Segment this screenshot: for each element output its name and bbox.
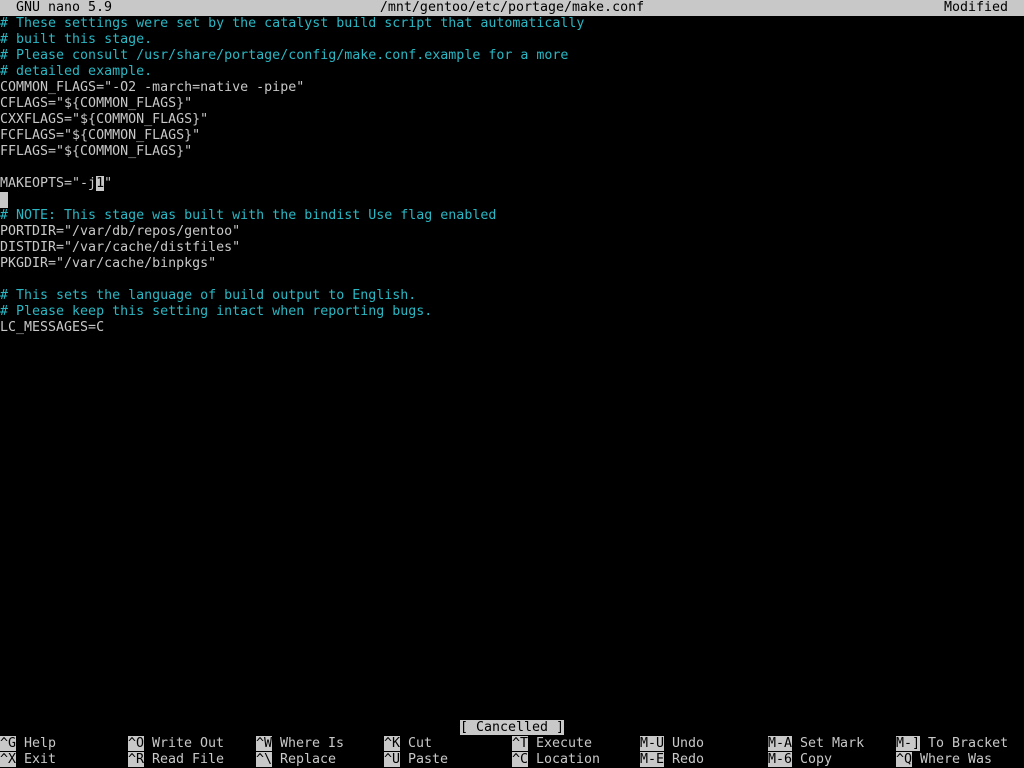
shortcut-label: Read File (152, 752, 225, 767)
shortcut-bar: ^G Help ^O Write Out ^W Where Is ^K Cut ^T Ex… (0, 736, 1024, 768)
shortcut-replace[interactable]: ^\ Replace (256, 752, 336, 768)
shortcut-label: Where Was (920, 752, 993, 767)
shortcut-key: ^K (384, 736, 401, 751)
editor-line[interactable]: LC_MESSAGES=C (0, 320, 1024, 336)
text-cursor (0, 192, 8, 208)
shortcut-key: ^T (512, 736, 529, 751)
shortcut-label: Replace (280, 752, 337, 767)
highlighted-char: 1 (96, 176, 105, 191)
shortcut-paste[interactable]: ^U Paste (384, 752, 448, 768)
editor-line[interactable]: # Please keep this setting intact when r… (0, 304, 1024, 320)
shortcut-undo[interactable]: M-U Undo (640, 736, 704, 752)
shortcut-label: Write Out (152, 736, 225, 751)
shortcut-to-bracket[interactable]: M-] To Bracket (896, 736, 1008, 752)
editor-line[interactable]: # Please consult /usr/share/portage/conf… (0, 48, 1024, 64)
shortcut-key: ^C (512, 752, 529, 767)
editor-line[interactable]: # detailed example. (0, 64, 1024, 80)
shortcut-key: M-U (640, 736, 665, 751)
shortcut-label: Cut (408, 736, 433, 751)
shortcut-key: ^O (128, 736, 145, 751)
shortcut-key: ^\ (256, 752, 273, 767)
file-path: /mnt/gentoo/etc/portage/make.conf (379, 0, 645, 15)
shortcut-exit[interactable]: ^X Exit (0, 752, 56, 768)
shortcut-label: Undo (672, 736, 705, 751)
shortcut-key: M-A (768, 736, 793, 751)
shortcut-label: Paste (408, 752, 449, 767)
shortcut-label: Location (536, 752, 601, 767)
editor-line[interactable]: COMMON_FLAGS="-O2 -march=native -pipe" (0, 80, 1024, 96)
editor-line[interactable]: # NOTE: This stage was built with the bi… (0, 208, 1024, 224)
editor-line[interactable] (0, 272, 1024, 288)
shortcut-key: ^U (384, 752, 401, 767)
shortcut-key: M-] (896, 736, 921, 751)
editor-line[interactable]: FCFLAGS="${COMMON_FLAGS}" (0, 128, 1024, 144)
editor-area[interactable]: # These settings were set by the catalys… (0, 16, 1024, 336)
shortcut-set-mark[interactable]: M-A Set Mark (768, 736, 864, 752)
shortcut-key: M-6 (768, 752, 793, 767)
title-bar: GNU nano 5.9 /mnt/gentoo/etc/portage/mak… (0, 0, 1024, 16)
modified-indicator: Modified (943, 0, 1008, 15)
shortcut-key: ^W (256, 736, 273, 751)
shortcut-label: Copy (800, 752, 833, 767)
shortcut-cut[interactable]: ^K Cut (384, 736, 432, 752)
editor-line-makeopts[interactable]: MAKEOPTS="-j1" (0, 176, 1024, 192)
shortcut-label: To Bracket (928, 736, 1009, 751)
shortcut-key: ^G (0, 736, 17, 751)
editor-line[interactable]: # These settings were set by the catalys… (0, 16, 1024, 32)
editor-line[interactable] (0, 160, 1024, 176)
editor-line-cursor[interactable] (0, 192, 1024, 208)
shortcut-redo[interactable]: M-E Redo (640, 752, 704, 768)
status-message: [ Cancelled ] (459, 720, 565, 735)
shortcut-label: Execute (536, 736, 593, 751)
shortcut-help[interactable]: ^G Help (0, 736, 56, 752)
shortcut-copy[interactable]: M-6 Copy (768, 752, 832, 768)
shortcut-where-is[interactable]: ^W Where Is (256, 736, 344, 752)
editor-line[interactable]: FFLAGS="${COMMON_FLAGS}" (0, 144, 1024, 160)
shortcut-key: ^Q (896, 752, 913, 767)
editor-line[interactable]: CXXFLAGS="${COMMON_FLAGS}" (0, 112, 1024, 128)
shortcut-key: M-E (640, 752, 665, 767)
status-bar: [ Cancelled ] (0, 720, 1024, 736)
shortcut-label: Help (24, 736, 57, 751)
shortcut-key: ^R (128, 752, 145, 767)
shortcut-label: Redo (672, 752, 705, 767)
editor-line[interactable]: # built this stage. (0, 32, 1024, 48)
shortcut-label: Where Is (280, 736, 345, 751)
editor-line[interactable]: DISTDIR="/var/cache/distfiles" (0, 240, 1024, 256)
shortcut-where-was[interactable]: ^Q Where Was (896, 752, 992, 768)
shortcut-write-out[interactable]: ^O Write Out (128, 736, 224, 752)
shortcut-label: Exit (24, 752, 57, 767)
editor-line[interactable]: # This sets the language of build output… (0, 288, 1024, 304)
shortcut-execute[interactable]: ^T Execute (512, 736, 592, 752)
shortcut-location[interactable]: ^C Location (512, 752, 600, 768)
shortcut-key: ^X (0, 752, 17, 767)
shortcut-read-file[interactable]: ^R Read File (128, 752, 224, 768)
editor-line[interactable]: CFLAGS="${COMMON_FLAGS}" (0, 96, 1024, 112)
editor-line[interactable]: PKGDIR="/var/cache/binpkgs" (0, 256, 1024, 272)
editor-line[interactable]: PORTDIR="/var/db/repos/gentoo" (0, 224, 1024, 240)
shortcut-label: Set Mark (800, 736, 865, 751)
